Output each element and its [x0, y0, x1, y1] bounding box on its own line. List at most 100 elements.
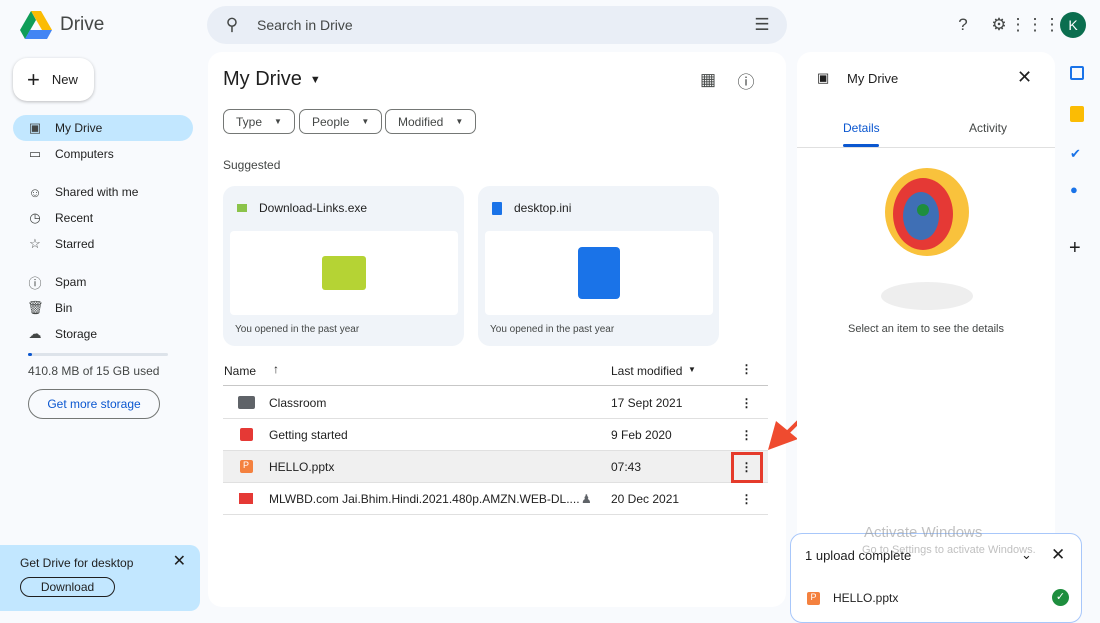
shared-icon: ♟ — [581, 491, 592, 506]
column-name[interactable]: Name — [224, 364, 256, 378]
computer-icon: ▭ — [28, 146, 42, 161]
close-icon[interactable]: ✕ — [173, 551, 186, 571]
search-bar[interactable]: ⚲ Search in Drive ☰ — [207, 6, 787, 44]
sidebar-item-shared[interactable]: ☺ Shared with me — [13, 179, 193, 205]
grid-view-icon[interactable]: ▦ — [697, 69, 719, 91]
sidebar-item-label: Starred — [55, 237, 95, 251]
side-rail: ✔ ● + — [1064, 60, 1090, 260]
trash-icon: 🗑 — [27, 300, 44, 315]
filter-label: People — [312, 114, 350, 129]
highlight-box — [731, 452, 763, 483]
table-row[interactable]: P HELLO.pptx 07:43 ⋮ — [223, 451, 768, 483]
app-name: Drive — [60, 14, 105, 35]
more-options-icon[interactable]: ⋮ — [739, 492, 754, 506]
tab-details[interactable]: Details — [843, 121, 880, 135]
page-title[interactable]: My Drive ▼ — [223, 68, 321, 91]
new-label: New — [51, 72, 78, 87]
sidebar-item-starred[interactable]: ☆ Starred — [13, 231, 193, 257]
filter-people[interactable]: People ▼ — [299, 109, 383, 134]
contacts-icon[interactable]: ● — [1070, 182, 1084, 197]
file-preview-icon — [578, 247, 620, 299]
sidebar-item-recent[interactable]: ◷ Recent — [13, 205, 193, 231]
tab-activity[interactable]: Activity — [969, 121, 1007, 135]
settings-gear-icon[interactable]: ⚙ — [988, 14, 1010, 36]
suggested-label: Suggested — [223, 158, 281, 172]
filter-type[interactable]: Type ▼ — [223, 109, 295, 134]
filter-label: Type — [236, 114, 263, 129]
star-icon: ☆ — [29, 236, 41, 251]
card-name: desktop.ini — [514, 201, 572, 215]
more-options-icon[interactable]: ⋮ — [739, 362, 754, 376]
calendar-icon[interactable] — [1070, 66, 1084, 80]
suggested-card[interactable]: Download-Links.exe You opened in the pas… — [223, 186, 464, 346]
storage-bar — [28, 353, 168, 356]
sidebar-item-label: Spam — [55, 275, 87, 289]
table-header: Name ↑ Last modified ▼ ⋮ — [223, 360, 768, 386]
tasks-icon[interactable]: ✔ — [1070, 146, 1084, 162]
avatar[interactable]: K — [1060, 12, 1086, 38]
close-icon[interactable]: ✕ — [1017, 67, 1032, 88]
apps-grid-icon[interactable]: ⋮⋮⋮ — [1010, 14, 1061, 36]
people-icon: ☺ — [28, 184, 42, 200]
table-row[interactable]: Getting started 9 Feb 2020 ⋮ — [223, 419, 768, 451]
file-name: Getting started — [269, 427, 348, 442]
check-icon: ✓ — [1052, 589, 1069, 606]
pptx-icon: P — [239, 460, 253, 473]
drive-logo-icon — [20, 11, 52, 39]
sort-arrow-icon[interactable]: ↑ — [273, 362, 279, 376]
file-modified: 9 Feb 2020 — [611, 427, 672, 442]
sidebar-item-computers[interactable]: ▭ Computers — [13, 141, 193, 167]
table-row[interactable]: Classroom 17 Sept 2021 ⋮ — [223, 387, 768, 419]
caret-down-icon: ▼ — [361, 117, 370, 126]
get-more-storage-button[interactable]: Get more storage — [28, 389, 160, 419]
card-name: Download-Links.exe — [259, 201, 368, 215]
my-drive-icon: ▣ — [28, 120, 42, 135]
watermark-subtitle: Go to Settings to activate Windows. — [862, 544, 1036, 556]
folder-icon — [237, 396, 255, 409]
page-title-text: My Drive — [223, 68, 302, 90]
search-icon: ⚲ — [225, 15, 239, 34]
suggested-card[interactable]: desktop.ini You opened in the past year — [478, 186, 719, 346]
caret-down-icon[interactable]: ▼ — [688, 365, 696, 374]
storage-text: 410.8 MB of 15 GB used — [28, 364, 160, 378]
download-button[interactable]: Download — [20, 577, 115, 597]
close-icon[interactable]: ✕ — [1051, 545, 1065, 565]
file-name: MLWBD.com Jai.Bhim.Hindi.2021.480p.AMZN.… — [269, 491, 580, 506]
add-addon-icon[interactable]: + — [1069, 237, 1090, 260]
cloud-icon: ☁ — [28, 326, 42, 341]
caret-down-icon: ▼ — [455, 117, 464, 126]
sidebar-item-label: My Drive — [55, 121, 103, 135]
desktop-promo: Get Drive for desktop Download ✕ — [0, 545, 200, 611]
column-last-modified[interactable]: Last modified — [611, 364, 682, 378]
caret-down-icon: ▼ — [274, 117, 282, 126]
sidebar-item-my-drive[interactable]: ▣ My Drive — [13, 115, 193, 141]
video-icon — [239, 493, 253, 504]
sidebar-item-label: Computers — [55, 147, 114, 161]
upload-file-name: HELLO.pptx — [833, 591, 899, 605]
info-icon[interactable]: ⓘ — [735, 69, 757, 92]
file-name: Classroom — [269, 395, 327, 410]
file-name: HELLO.pptx — [269, 459, 335, 474]
pdf-icon — [239, 428, 253, 441]
search-input[interactable]: Search in Drive — [257, 17, 737, 33]
sidebar-item-label: Recent — [55, 211, 94, 225]
help-icon[interactable]: ? — [952, 14, 974, 36]
file-modified: 17 Sept 2021 — [611, 395, 683, 410]
file-modified: 20 Dec 2021 — [611, 491, 680, 506]
drive-logo[interactable]: Drive — [20, 11, 104, 39]
empty-state-illustration — [881, 168, 973, 310]
table-row[interactable]: MLWBD.com Jai.Bhim.Hindi.2021.480p.AMZN.… — [223, 483, 768, 515]
new-button[interactable]: + New — [13, 58, 94, 101]
details-title: My Drive — [847, 71, 899, 86]
exe-preview-icon — [322, 256, 366, 290]
more-options-icon[interactable]: ⋮ — [739, 428, 754, 442]
filter-modified[interactable]: Modified ▼ — [385, 109, 477, 134]
filter-options-icon[interactable]: ☰ — [751, 14, 773, 36]
spam-icon: ⓘ — [28, 275, 42, 291]
sidebar-item-storage[interactable]: ☁ Storage — [13, 321, 193, 347]
more-options-icon[interactable]: ⋮ — [739, 396, 754, 410]
empty-state-text: Select an item to see the details — [848, 323, 1004, 335]
sidebar-item-spam[interactable]: ⓘ Spam — [13, 269, 193, 295]
keep-icon[interactable] — [1070, 106, 1084, 122]
sidebar-item-bin[interactable]: 🗑 Bin — [13, 295, 193, 321]
